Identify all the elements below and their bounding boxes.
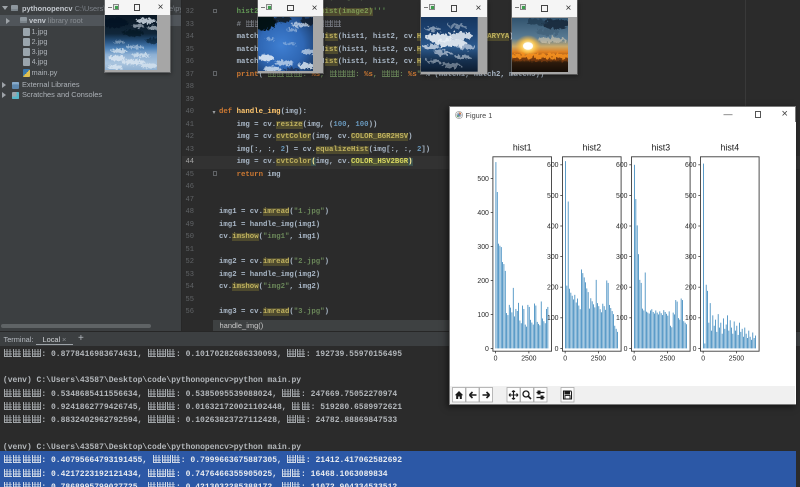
svg-text:200: 200 [616, 285, 628, 292]
svg-text:100: 100 [477, 312, 489, 319]
svg-text:500: 500 [477, 176, 489, 183]
svg-text:300: 300 [616, 254, 628, 261]
svg-text:hist1: hist1 [512, 143, 531, 153]
svg-text:2500: 2500 [521, 356, 536, 363]
svg-text:500: 500 [685, 193, 697, 200]
svg-text:300: 300 [547, 254, 559, 261]
svg-text:0: 0 [493, 356, 497, 363]
svg-text:hist2: hist2 [582, 143, 601, 153]
svg-text:0: 0 [632, 356, 636, 363]
svg-text:500: 500 [616, 193, 628, 200]
svg-text:300: 300 [685, 254, 697, 261]
svg-text:200: 200 [547, 285, 559, 292]
svg-text:0: 0 [563, 356, 567, 363]
svg-text:400: 400 [477, 210, 489, 217]
svg-text:600: 600 [547, 162, 559, 169]
svg-text:600: 600 [685, 162, 697, 169]
svg-text:0: 0 [623, 346, 627, 353]
svg-text:200: 200 [477, 278, 489, 285]
svg-text:500: 500 [547, 193, 559, 200]
svg-text:100: 100 [616, 315, 628, 322]
svg-text:hist3: hist3 [651, 143, 670, 153]
svg-text:2500: 2500 [728, 356, 743, 363]
svg-text:0: 0 [554, 346, 558, 353]
svg-text:0: 0 [692, 346, 696, 353]
svg-text:hist4: hist4 [720, 143, 739, 153]
svg-text:100: 100 [547, 315, 559, 322]
svg-text:400: 400 [616, 223, 628, 230]
svg-text:600: 600 [616, 162, 628, 169]
svg-text:400: 400 [685, 223, 697, 230]
svg-text:2500: 2500 [590, 356, 605, 363]
svg-text:300: 300 [477, 244, 489, 251]
svg-text:2500: 2500 [659, 356, 674, 363]
svg-text:0: 0 [701, 356, 705, 363]
svg-text:400: 400 [547, 223, 559, 230]
svg-text:200: 200 [685, 285, 697, 292]
svg-text:100: 100 [685, 315, 697, 322]
svg-text:0: 0 [485, 346, 489, 353]
